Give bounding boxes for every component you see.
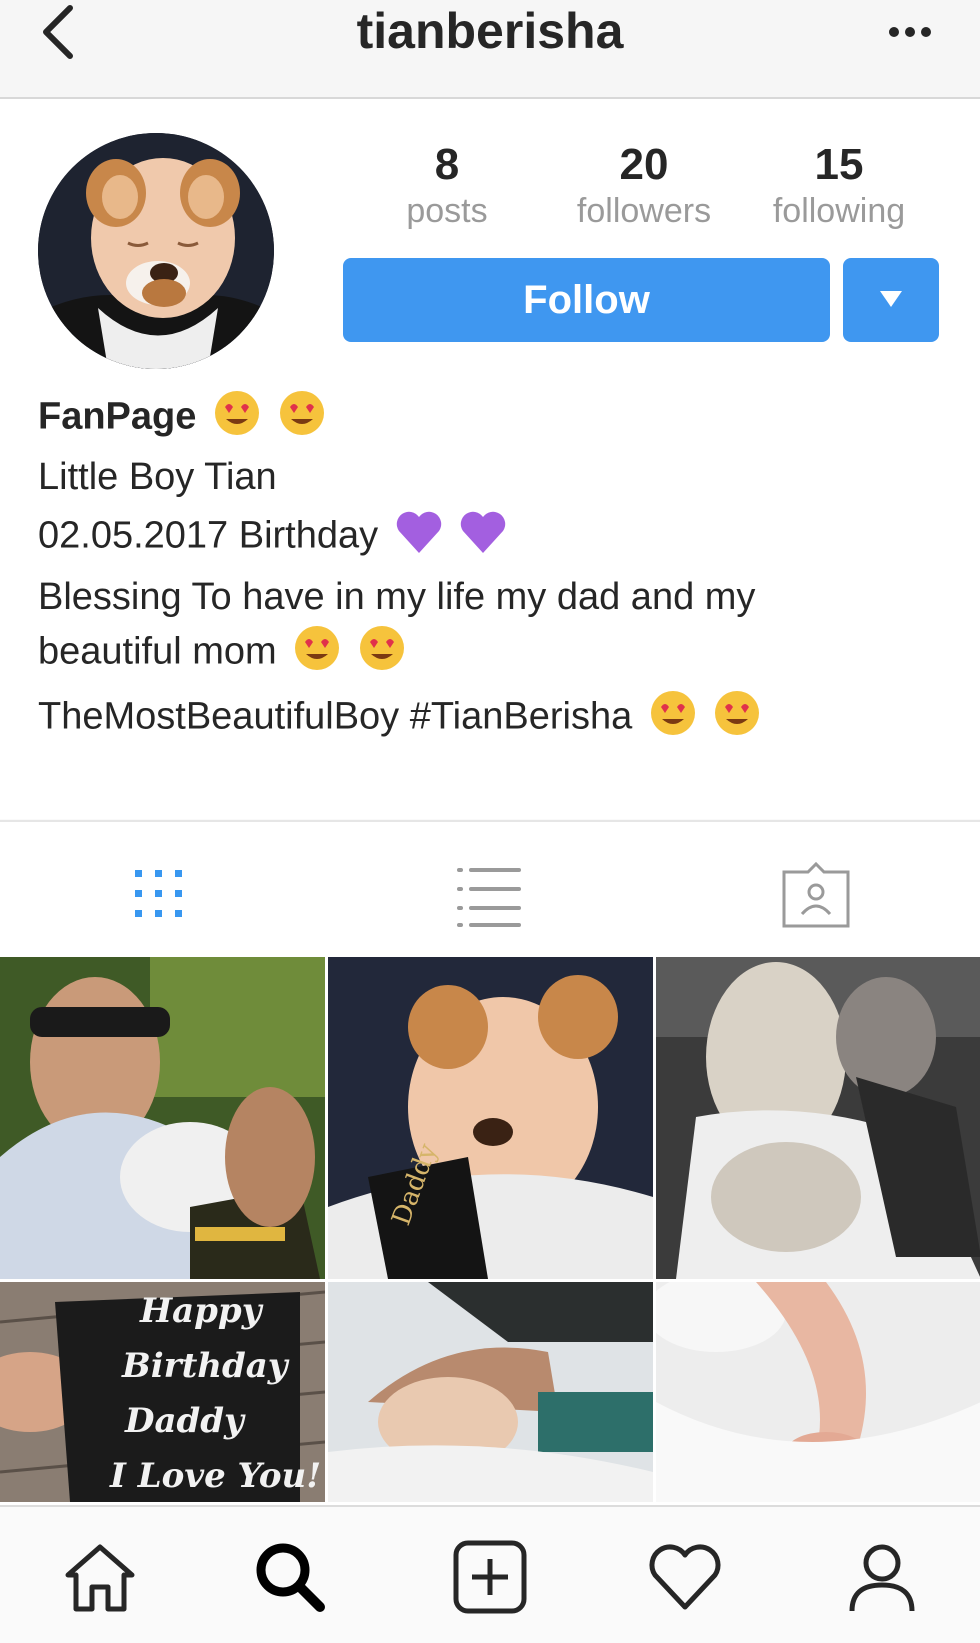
top-bar: tianberisha (0, 0, 980, 99)
bio-line-4: beautiful mom (38, 624, 958, 683)
following-label: following (772, 192, 906, 230)
bio-line-3: Blessing To have in my life my dad and m… (38, 576, 756, 618)
profile-view-tabs (0, 820, 980, 959)
search-icon[interactable] (250, 1537, 330, 1617)
profile-icon[interactable] (842, 1537, 922, 1617)
follow-button[interactable]: Follow (343, 258, 830, 342)
post-thumbnail[interactable]: Daddy (328, 957, 653, 1279)
tagged-photos-icon[interactable] (778, 861, 858, 932)
profile-username: tianberisha (356, 3, 624, 59)
heart-eyes-emoji-icon (293, 624, 341, 683)
suggestions-dropdown-button[interactable] (843, 258, 939, 342)
purple-heart-icon (395, 509, 443, 566)
activity-heart-icon[interactable] (645, 1537, 725, 1617)
shirt-text-line-3: Daddy (124, 1401, 246, 1441)
posts-label: posts (406, 192, 488, 230)
shirt-text-line-4: I Love You! (109, 1456, 321, 1496)
grid-view-icon[interactable] (125, 862, 205, 932)
more-options-icon[interactable] (880, 4, 940, 54)
bottom-navigation (0, 1505, 980, 1643)
heart-eyes-emoji-icon (713, 689, 761, 748)
shirt-text-line-1: Happy (139, 1291, 264, 1331)
caret-down-icon (880, 291, 902, 307)
heart-eyes-emoji-icon (358, 624, 406, 683)
followers-count[interactable]: 20 followers (554, 139, 734, 231)
post-thumbnail[interactable] (656, 957, 980, 1279)
shirt-text-line-2: Birthday (121, 1346, 290, 1386)
followers-number: 20 (619, 140, 669, 189)
heart-eyes-emoji-icon (649, 689, 697, 748)
bio-line-2: 02.05.2017 Birthday (38, 509, 958, 566)
photo-grid: Daddy Happy Birthday Daddy I Love You! (0, 957, 980, 1505)
bio-line-5: TheMostBeautifulBoy #TianBerisha (38, 689, 958, 748)
following-count[interactable]: 15 following (754, 139, 924, 231)
following-number: 15 (814, 140, 864, 189)
purple-heart-icon (459, 509, 507, 566)
new-post-icon[interactable] (450, 1537, 530, 1617)
home-icon[interactable] (60, 1537, 140, 1617)
bio-name: FanPage (38, 389, 958, 448)
list-view-icon[interactable] (455, 862, 535, 932)
heart-eyes-emoji-icon (278, 389, 326, 448)
avatar[interactable] (38, 133, 274, 369)
profile-header: 8 posts 20 followers 15 following Follow… (0, 99, 980, 819)
posts-count[interactable]: 8 posts (372, 139, 522, 231)
post-thumbnail[interactable] (0, 957, 325, 1279)
post-thumbnail[interactable]: Happy Birthday Daddy I Love You! (0, 1282, 325, 1502)
followers-label: followers (576, 192, 712, 230)
bio-line-1: Little Boy Tian (38, 456, 277, 498)
post-thumbnail[interactable] (328, 1282, 653, 1502)
post-thumbnail[interactable] (656, 1282, 980, 1502)
heart-eyes-emoji-icon (213, 389, 261, 448)
posts-number: 8 (434, 140, 460, 189)
